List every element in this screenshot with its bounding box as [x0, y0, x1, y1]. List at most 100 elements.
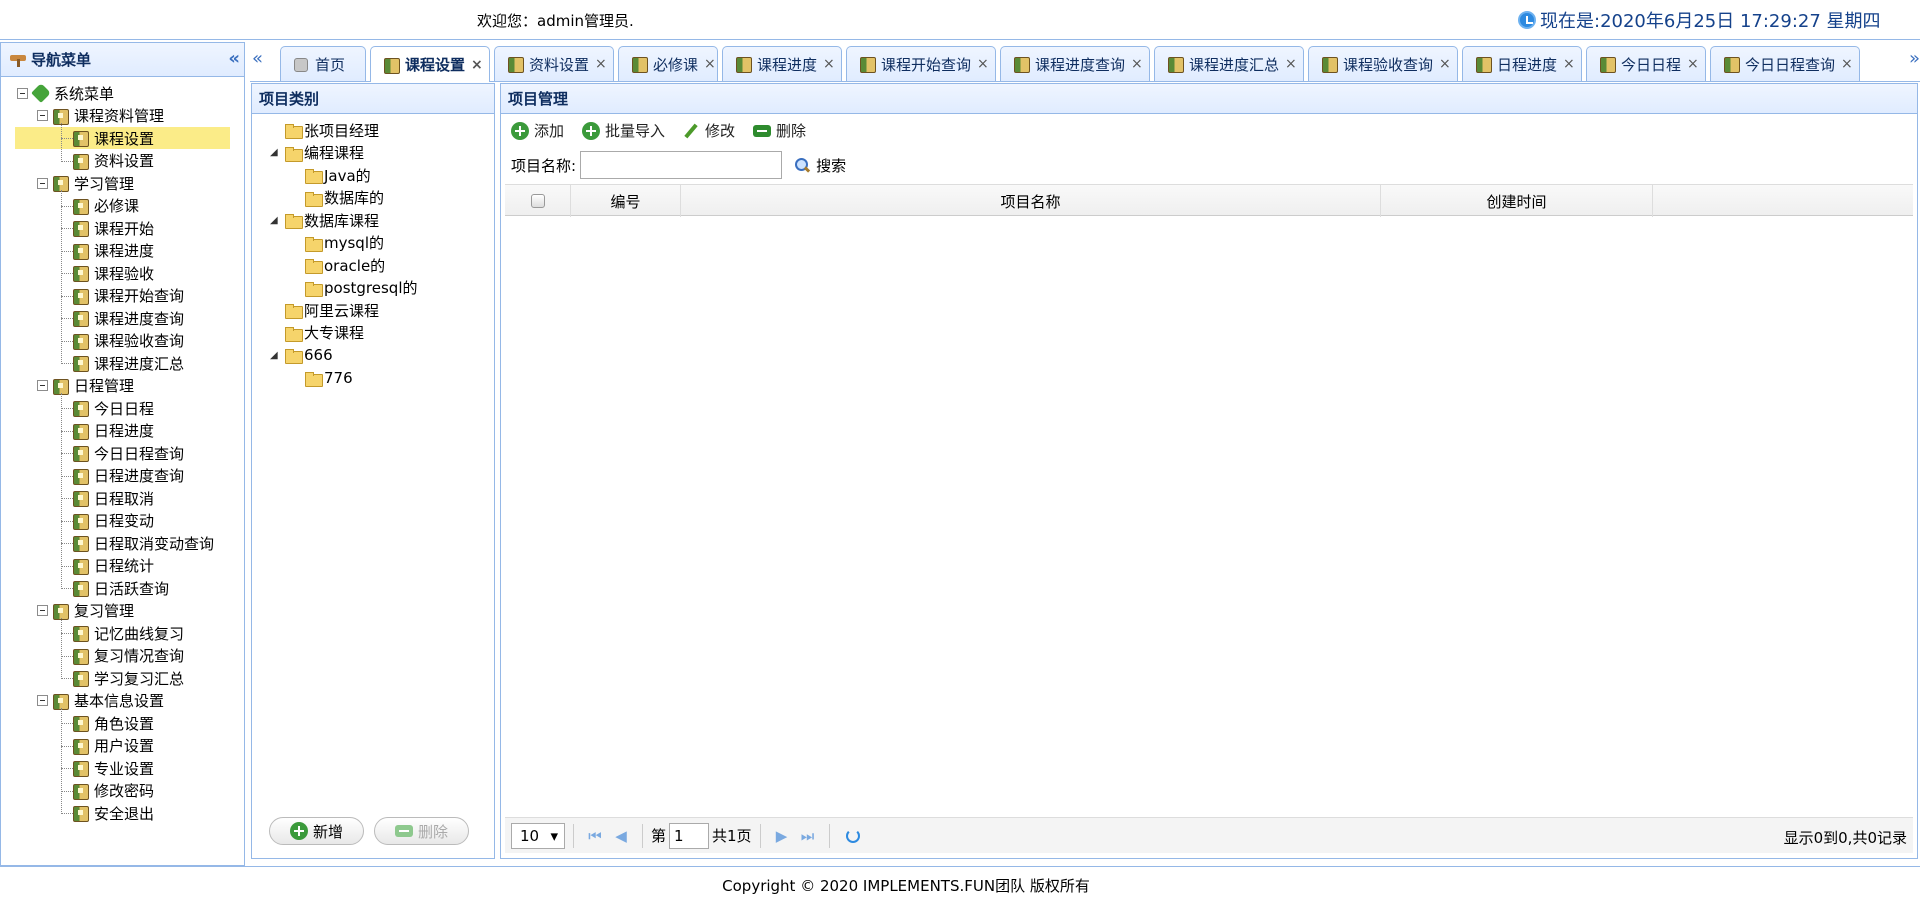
nav-item[interactable]: 今日日程 [15, 397, 154, 419]
tabs-scroll-left-icon[interactable]: « [252, 48, 263, 69]
category-node[interactable]: oracle的 [304, 254, 385, 276]
nav-item[interactable]: 日程变动 [15, 510, 154, 532]
batch-import-button[interactable]: 批量导入 [582, 120, 665, 141]
edit-button[interactable]: 修改 [683, 120, 735, 141]
delete-category-button[interactable]: 删除 [374, 817, 470, 845]
nav-item[interactable]: 专业设置 [15, 757, 154, 779]
category-node[interactable]: mysql的 [304, 232, 384, 254]
nav-item[interactable]: 课程验收查询 [15, 330, 184, 352]
close-tab-icon[interactable]: × [471, 57, 483, 73]
column-header-id[interactable]: 编号 [571, 185, 681, 217]
category-node[interactable]: 阿里云课程 [270, 299, 379, 321]
nav-item[interactable]: 日活跃查询 [15, 577, 169, 599]
nav-item[interactable]: 日程进度 [15, 420, 154, 442]
close-tab-icon[interactable]: × [704, 56, 716, 72]
collapse-box-icon[interactable] [37, 695, 48, 706]
nav-group[interactable]: 复习管理 [37, 600, 134, 622]
nav-item[interactable]: 课程验收 [15, 262, 154, 284]
nav-item[interactable]: 复习情况查询 [15, 645, 184, 667]
close-tab-icon[interactable]: × [1687, 56, 1699, 72]
category-node[interactable]: Java的 [304, 164, 371, 186]
tab-1[interactable]: 课程设置 × [370, 46, 490, 82]
collapse-box-icon[interactable] [37, 177, 48, 189]
nav-item[interactable]: 安全退出 [15, 802, 154, 824]
nav-item[interactable]: 学习复习汇总 [15, 667, 184, 689]
category-node[interactable]: 大专课程 [270, 322, 364, 344]
nav-item[interactable]: 课程进度查询 [15, 307, 184, 329]
nav-item[interactable]: 角色设置 [15, 712, 154, 734]
collapse-box-icon[interactable] [37, 380, 48, 391]
select-all-cell[interactable] [505, 185, 571, 217]
refresh-icon[interactable] [845, 828, 860, 843]
column-header-created[interactable]: 创建时间 [1381, 185, 1653, 217]
nav-item[interactable]: 今日日程查询 [15, 442, 184, 464]
add-category-button[interactable]: 新增 [269, 817, 365, 845]
category-node[interactable]: ◢ 编程课程 [270, 142, 364, 164]
nav-group[interactable]: 课程资料管理 [37, 105, 164, 127]
nav-item[interactable]: 修改密码 [15, 780, 154, 802]
tab-4[interactable]: 课程进度 × [722, 46, 842, 81]
select-all-checkbox[interactable] [530, 194, 545, 208]
collapse-nav-icon[interactable]: « [228, 48, 239, 69]
close-tab-icon[interactable]: × [977, 56, 989, 72]
nav-root[interactable]: 系统菜单 [17, 82, 114, 104]
nav-item[interactable]: 用户设置 [15, 735, 154, 757]
collapse-box-icon[interactable] [37, 110, 48, 121]
category-node[interactable]: 张项目经理 [270, 119, 379, 141]
tab-9[interactable]: 日程进度 × [1462, 46, 1582, 81]
delete-button[interactable]: 删除 [753, 120, 806, 141]
tab-10[interactable]: 今日日程 × [1586, 46, 1706, 81]
project-name-input[interactable] [580, 151, 783, 179]
category-node[interactable]: 776 [304, 367, 353, 389]
nav-item[interactable]: 课程进度 [15, 240, 154, 262]
last-page-icon[interactable]: ⏭ [795, 827, 821, 845]
add-button[interactable]: 添加 [511, 120, 564, 141]
tab-5[interactable]: 课程开始查询 × [846, 46, 996, 81]
first-page-icon[interactable]: ⏮ [582, 827, 608, 845]
expand-arrow-icon[interactable]: ◢ [270, 215, 284, 226]
collapse-box-icon[interactable] [37, 605, 48, 616]
tab-2[interactable]: 资料设置 × [494, 46, 614, 81]
tab-0[interactable]: 首页 [280, 46, 366, 81]
tab-7[interactable]: 课程进度汇总 × [1154, 46, 1304, 81]
expand-arrow-icon[interactable]: ◢ [270, 147, 284, 158]
nav-item[interactable]: 课程进度汇总 [15, 352, 184, 374]
nav-item[interactable]: 课程设置 [15, 127, 230, 149]
column-header-name[interactable]: 项目名称 [681, 185, 1381, 217]
nav-item[interactable]: 必修课 [15, 195, 139, 217]
close-tab-icon[interactable]: × [595, 56, 607, 72]
nav-item[interactable]: 日程取消变动查询 [15, 532, 214, 554]
page-size-select[interactable]: 10 ▾ [511, 822, 565, 849]
category-node[interactable]: ◢ 666 [270, 344, 333, 366]
category-node[interactable]: 数据库的 [304, 187, 384, 209]
nav-item[interactable]: 日程取消 [15, 487, 154, 509]
collapse-box-icon[interactable] [17, 87, 28, 99]
close-tab-icon[interactable]: × [1841, 56, 1853, 72]
prev-page-icon[interactable]: ◀ [608, 827, 634, 845]
tab-8[interactable]: 课程验收查询 × [1308, 46, 1458, 81]
next-page-icon[interactable]: ▶ [769, 827, 795, 845]
close-tab-icon[interactable]: × [1439, 56, 1451, 72]
nav-group[interactable]: 基本信息设置 [37, 690, 164, 712]
close-tab-icon[interactable]: × [1285, 56, 1297, 72]
nav-item[interactable]: 课程开始查询 [15, 285, 184, 307]
category-node[interactable]: postgresql的 [304, 277, 418, 299]
nav-item[interactable]: 日程统计 [15, 555, 154, 577]
expand-arrow-icon[interactable]: ◢ [270, 350, 284, 361]
search-button[interactable]: 搜索 [794, 155, 846, 176]
tab-11[interactable]: 今日日程查询 × [1710, 46, 1860, 81]
page-number-input[interactable]: 1 [669, 822, 710, 849]
nav-item[interactable]: 资料设置 [15, 150, 154, 172]
tab-6[interactable]: 课程进度查询 × [1000, 46, 1150, 81]
nav-group[interactable]: 日程管理 [37, 375, 134, 397]
tab-3[interactable]: 必修课 × [618, 46, 718, 81]
nav-item[interactable]: 课程开始 [15, 217, 154, 239]
nav-group[interactable]: 学习管理 [37, 172, 134, 194]
tabs-scroll-right-icon[interactable]: » [1909, 48, 1920, 69]
nav-item[interactable]: 日程进度查询 [15, 465, 184, 487]
category-node[interactable]: ◢ 数据库课程 [270, 209, 379, 231]
close-tab-icon[interactable]: × [1563, 56, 1575, 72]
nav-item[interactable]: 记忆曲线复习 [15, 622, 184, 644]
close-tab-icon[interactable]: × [823, 56, 835, 72]
close-tab-icon[interactable]: × [1131, 56, 1143, 72]
